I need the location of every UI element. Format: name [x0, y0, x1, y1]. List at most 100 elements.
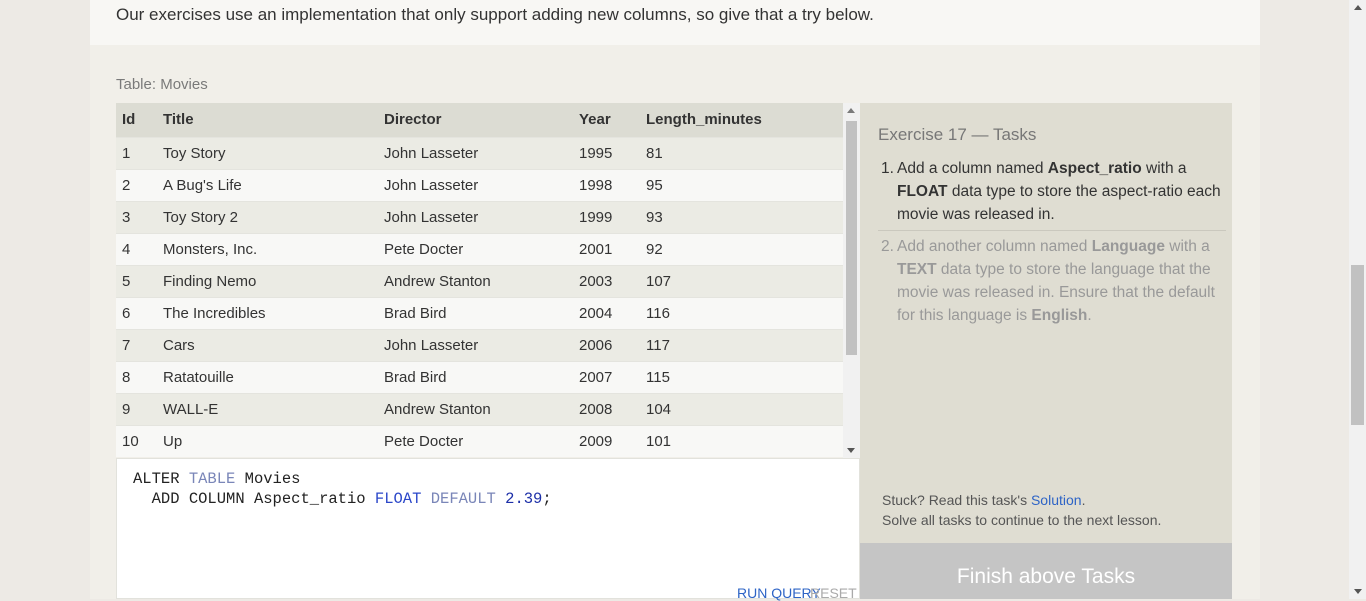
table-scrollbar[interactable] — [843, 103, 860, 458]
table-row: 8 Ratatouille Brad Bird 2007 115 — [116, 361, 843, 393]
column-header: Length_minutes — [646, 111, 762, 129]
task-emphasis: English — [1031, 307, 1088, 324]
keyword-default: DEFAULT — [430, 490, 496, 508]
tasks-panel: Exercise 17 — Tasks 1. Add a column named… — [860, 103, 1232, 599]
sql-editor[interactable]: ALTER TABLE Movies ADD COLUMN Aspect_rat… — [116, 458, 860, 601]
cell-title: The Incredibles — [163, 304, 266, 322]
cell-year: 1999 — [579, 208, 613, 226]
finish-tasks-button[interactable]: Finish above Tasks — [860, 543, 1232, 599]
stuck-help: Stuck? Read this task's Solution. Solve … — [882, 490, 1161, 530]
cell-year: 2003 — [579, 272, 613, 290]
cell-id: 3 — [122, 208, 131, 226]
table-row: 6 The Incredibles Brad Bird 2004 116 — [116, 297, 843, 329]
task-text: Add a column named — [897, 160, 1048, 177]
cell-length: 117 — [646, 336, 670, 354]
table-row: 10 Up Pete Docter 2009 101 — [116, 425, 843, 457]
solution-link[interactable]: Solution — [1031, 492, 1082, 508]
cell-title: Monsters, Inc. — [163, 240, 258, 258]
keyword-alter: ALTER — [133, 470, 180, 488]
cell-id: 8 — [122, 368, 131, 386]
cell-id: 10 — [122, 432, 139, 450]
keyword-column: COLUMN — [188, 490, 245, 508]
cell-director: Brad Bird — [384, 304, 447, 322]
cell-length: 93 — [646, 208, 663, 226]
cell-length: 101 — [646, 432, 672, 450]
cell-title: A Bug's Life — [163, 176, 242, 194]
table-row: 9 WALL-E Andrew Stanton 2008 104 — [116, 393, 843, 425]
table-label: Table: Movies — [116, 76, 208, 93]
page-scrollbar[interactable] — [1349, 0, 1366, 599]
type-float: FLOAT — [374, 490, 422, 508]
stuck-suffix: . — [1081, 492, 1086, 508]
keyword-add: ADD — [151, 490, 180, 508]
cell-year: 1998 — [579, 176, 613, 194]
table-row: 5 Finding Nemo Andrew Stanton 2003 107 — [116, 265, 843, 297]
task-emphasis: FLOAT — [897, 183, 948, 200]
cell-director: Andrew Stanton — [384, 272, 491, 290]
task-list: 1. Add a column named Aspect_ratio with a… — [878, 157, 1226, 327]
cell-year: 2008 — [579, 400, 613, 418]
column-name: Aspect_ratio — [253, 490, 366, 508]
cell-length: 95 — [646, 176, 663, 194]
cell-title: WALL-E — [163, 400, 219, 418]
table-row: 7 Cars John Lasseter 2006 117 — [116, 329, 843, 361]
results-table: Id Title Director Year Length_minutes 1 … — [116, 103, 843, 457]
cell-length: 104 — [646, 400, 672, 418]
cell-id: 4 — [122, 240, 131, 258]
table-name: Movies — [244, 470, 301, 488]
cell-director: Brad Bird — [384, 368, 447, 386]
sql-code[interactable]: ALTER TABLE Movies ADD COLUMN Aspect_rat… — [133, 469, 552, 509]
results-table-container[interactable]: Id Title Director Year Length_minutes 1 … — [116, 103, 843, 458]
cell-year: 2001 — [579, 240, 613, 258]
column-header: Title — [163, 111, 194, 129]
finish-tasks-label: Finish above Tasks — [956, 565, 1136, 588]
cell-id: 7 — [122, 336, 131, 354]
cell-year: 2009 — [579, 432, 613, 450]
page-scroll-up-icon[interactable] — [1354, 5, 1362, 10]
intro-text: Our exercises use an implementation that… — [116, 5, 874, 24]
solve-all-text: Solve all tasks to continue to the next … — [882, 512, 1162, 528]
task-item-1: 1. Add a column named Aspect_ratio with a… — [878, 157, 1226, 231]
table-row: 4 Monsters, Inc. Pete Docter 2001 92 — [116, 233, 843, 265]
table-scroll-thumb[interactable] — [846, 121, 857, 355]
scroll-up-arrow-icon[interactable] — [847, 108, 855, 113]
default-value: 2.39 — [505, 490, 543, 508]
cell-title: Finding Nemo — [163, 272, 257, 290]
intro-panel: Our exercises use an implementation that… — [90, 0, 1260, 45]
cell-length: 81 — [646, 144, 663, 162]
task-text: with a — [1141, 160, 1187, 177]
cell-year: 2004 — [579, 304, 613, 322]
task-text: with a — [1164, 238, 1210, 255]
table-header-row: Id Title Director Year Length_minutes — [116, 103, 843, 137]
page-scroll-thumb[interactable] — [1351, 265, 1364, 425]
cell-director: Pete Docter — [384, 240, 464, 258]
cell-year: 1995 — [579, 144, 613, 162]
scroll-down-arrow-icon[interactable] — [847, 448, 855, 453]
cell-director: Andrew Stanton — [384, 400, 491, 418]
cell-year: 2007 — [579, 368, 613, 386]
exercise-card: Our exercises use an implementation that… — [90, 0, 1260, 601]
cell-director: John Lasseter — [384, 176, 479, 194]
tasks-title: Exercise 17 — Tasks — [878, 125, 1037, 144]
table-row: 3 Toy Story 2 John Lasseter 1999 93 — [116, 201, 843, 233]
task-number: 2. — [881, 238, 894, 255]
cell-id: 1 — [122, 144, 131, 162]
task-emphasis: Language — [1091, 238, 1165, 255]
task-emphasis: Aspect_ratio — [1047, 160, 1142, 177]
cell-id: 2 — [122, 176, 131, 194]
cell-id: 5 — [122, 272, 131, 290]
page-scroll-down-icon[interactable] — [1354, 589, 1362, 594]
column-header: Id — [122, 111, 136, 129]
task-text: . — [1087, 307, 1092, 324]
cell-id: 6 — [122, 304, 131, 322]
keyword-table: TABLE — [188, 470, 236, 488]
cell-title: Toy Story — [163, 144, 226, 162]
cell-length: 92 — [646, 240, 663, 258]
column-header: Director — [384, 111, 442, 129]
cell-director: Pete Docter — [384, 432, 464, 450]
cell-title: Up — [163, 432, 183, 450]
cell-length: 116 — [646, 304, 670, 322]
cell-title: Ratatouille — [163, 368, 234, 386]
cell-length: 107 — [646, 272, 672, 290]
statement-terminator: ; — [542, 490, 552, 508]
